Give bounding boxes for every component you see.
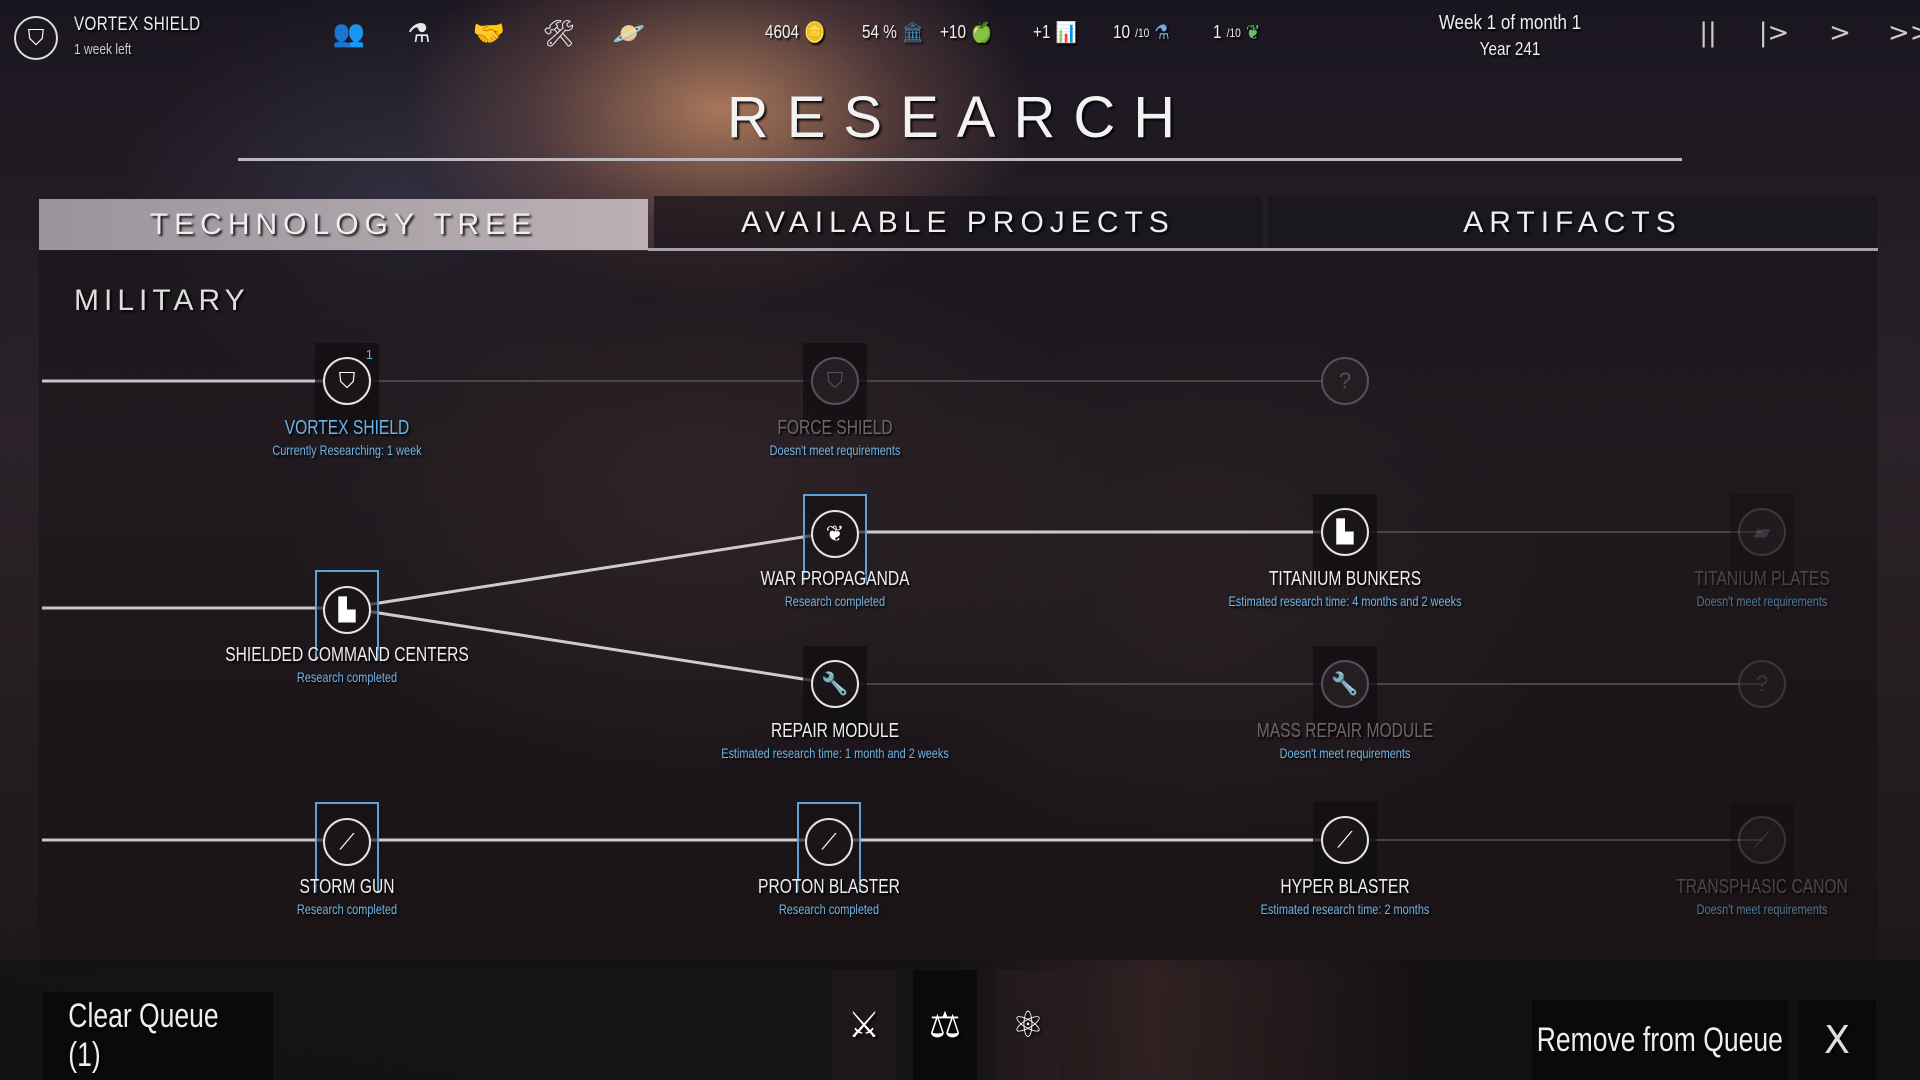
blaster-icon: ⟋	[1321, 816, 1369, 864]
tech-name: MASS REPAIR MODULE	[1256, 720, 1434, 742]
tech-name: PROTON BLASTER	[758, 876, 900, 898]
tech-status: Currently Researching: 1 week	[272, 442, 422, 458]
wrench-icon: 🔧	[1321, 660, 1369, 708]
armor-plates-icon: ▰	[1738, 508, 1786, 556]
wrench-icon: 🔧	[811, 660, 859, 708]
tech-label-vortex: VORTEX SHIELD Currently Researching: 1 we…	[167, 417, 527, 458]
tech-name: FORCE SHIELD	[777, 417, 893, 439]
tech-tree-links	[42, 379, 1762, 842]
blaster-icon: ⟋	[323, 818, 371, 866]
tech-label-shielded: SHIELDED COMMAND CENTERS Research complet…	[167, 644, 527, 685]
remove-from-queue-label: Remove from Queue	[1536, 1020, 1784, 1059]
tech-name: SHIELDED COMMAND CENTERS	[225, 644, 469, 666]
queue-position-badge: 1	[365, 347, 373, 362]
tech-label-hyper: HYPER BLASTER Estimated research time: 2 …	[1165, 876, 1525, 917]
tech-name: REPAIR MODULE	[770, 720, 899, 742]
tech-status: Estimated research time: 4 months and 2 …	[1228, 593, 1462, 609]
tech-name: HYPER BLASTER	[1280, 876, 1410, 898]
tech-name: VORTEX SHIELD	[284, 417, 410, 439]
tech-node-unknown1[interactable]: ?	[1313, 343, 1377, 433]
tech-label-plates: TITANIUM PLATES Doesn't meet requirements	[1582, 568, 1920, 609]
tech-label-repair: REPAIR MODULE Estimated research time: 1 …	[655, 720, 1015, 761]
blaster-icon: ⟋	[1738, 816, 1786, 864]
tech-status: Research completed	[296, 669, 398, 685]
tech-label-war: WAR PROPAGANDA Research completed	[655, 568, 1015, 609]
military-category-crossed-swords-icon[interactable]: ⚔	[832, 970, 896, 1080]
shield-icon: ⛉	[811, 357, 859, 405]
tech-name: STORM GUN	[299, 876, 395, 898]
tech-status: Doesn't meet requirements	[1279, 745, 1411, 761]
tech-status: Estimated research time: 2 months	[1260, 901, 1430, 917]
close-button[interactable]: X	[1798, 1000, 1876, 1080]
tech-status: Doesn't meet requirements	[769, 442, 901, 458]
tech-status: Research completed	[778, 901, 880, 917]
question-icon: ?	[1321, 357, 1369, 405]
tech-label-transphasic: TRANSPHASIC CANON Doesn't meet requiremen…	[1582, 876, 1920, 917]
shield-icon: ⛉	[323, 357, 371, 405]
tech-status: Doesn't meet requirements	[1696, 593, 1828, 609]
clear-queue-button[interactable]: Clear Queue (1)	[43, 992, 273, 1080]
tech-name: TITANIUM BUNKERS	[1268, 568, 1422, 590]
science-category-atom-icon[interactable]: ⚛	[996, 970, 1060, 1080]
blaster-icon: ⟋	[805, 818, 853, 866]
tech-status: Research completed	[296, 901, 398, 917]
society-category-scales-icon[interactable]: ⚖	[913, 970, 977, 1080]
tech-name: TRANSPHASIC CANON	[1676, 876, 1848, 898]
tech-status: Doesn't meet requirements	[1696, 901, 1828, 917]
buildings-icon: ▙	[323, 586, 371, 634]
laurel-icon: ❦	[811, 510, 859, 558]
tech-node-unknown2[interactable]: ?	[1730, 646, 1794, 736]
tech-name: WAR PROPAGANDA	[760, 568, 910, 590]
tech-status: Research completed	[784, 593, 886, 609]
tech-name: TITANIUM PLATES	[1694, 568, 1830, 590]
question-icon: ?	[1738, 660, 1786, 708]
remove-from-queue-button[interactable]: Remove from Queue	[1532, 1000, 1788, 1080]
tech-label-storm: STORM GUN Research completed	[167, 876, 527, 917]
buildings-icon: ▙	[1321, 508, 1369, 556]
tech-label-proton: PROTON BLASTER Research completed	[649, 876, 1009, 917]
tech-label-force: FORCE SHIELD Doesn't meet requirements	[655, 417, 1015, 458]
clear-queue-label: Clear Queue (1)	[68, 997, 219, 1074]
tech-label-bunkers: TITANIUM BUNKERS Estimated research time:…	[1165, 568, 1525, 609]
close-icon: X	[1823, 1018, 1851, 1062]
tech-label-massrepair: MASS REPAIR MODULE Doesn't meet requireme…	[1165, 720, 1525, 761]
tech-status: Estimated research time: 1 month and 2 w…	[721, 745, 949, 761]
